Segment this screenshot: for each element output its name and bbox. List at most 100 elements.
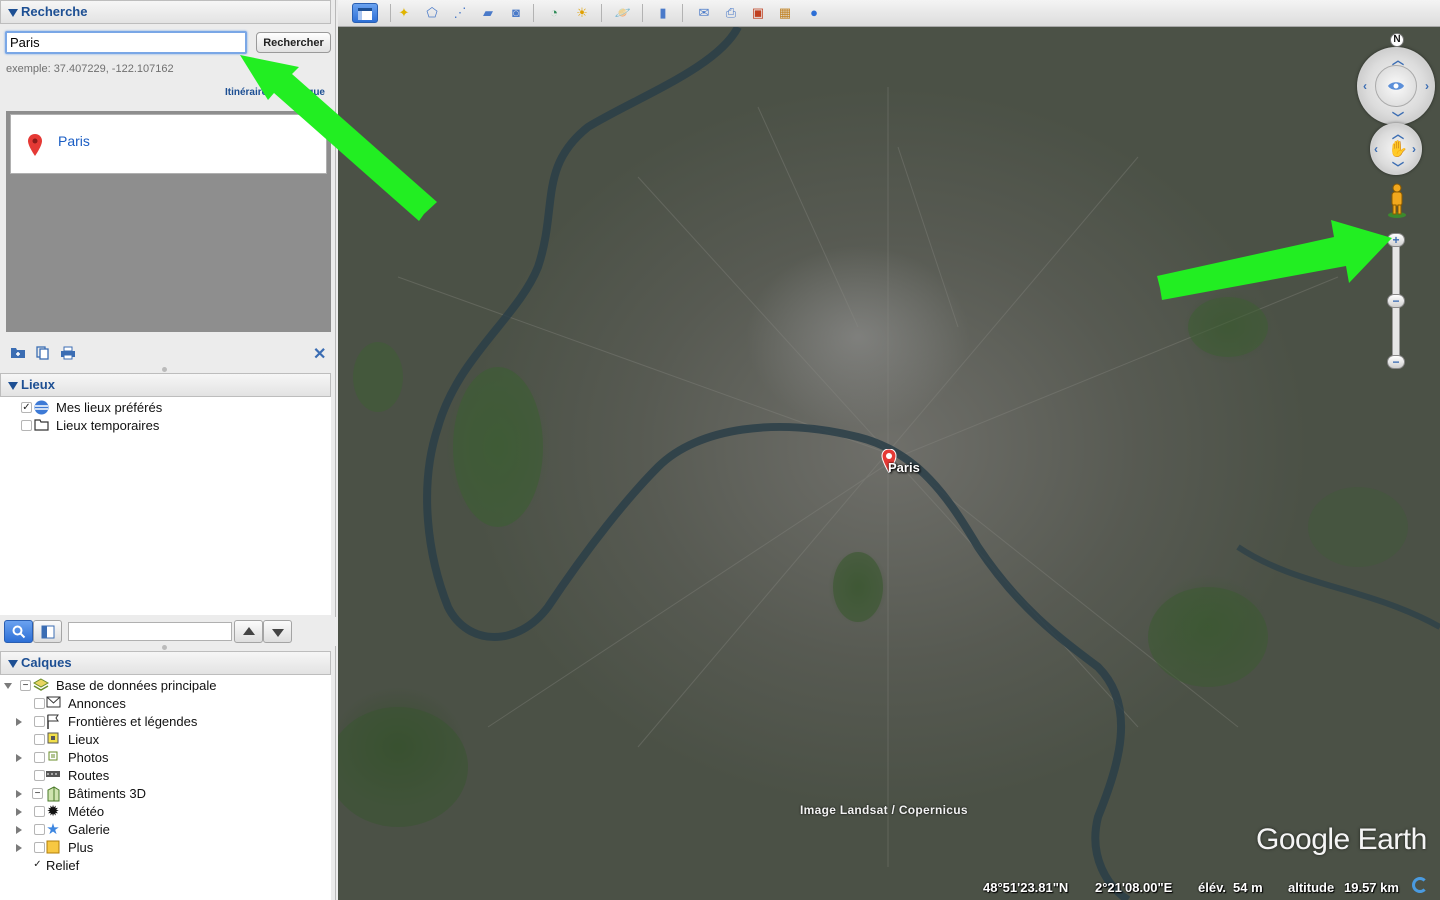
sun-icon: ✹ — [46, 803, 60, 820]
search-result-item[interactable]: Paris — [10, 114, 327, 174]
add-folder-icon[interactable] — [10, 346, 26, 362]
checkbox[interactable] — [34, 842, 45, 853]
move-up-button[interactable] — [234, 620, 263, 643]
zoom-slider-handle[interactable]: − — [1387, 294, 1405, 308]
checkbox[interactable] — [34, 698, 45, 709]
expand-arrow-icon[interactable] — [16, 754, 22, 762]
chevron-right-icon[interactable]: › — [1412, 142, 1416, 156]
places-item-temporary[interactable]: Lieux temporaires — [0, 417, 331, 435]
altitude-readout: 19.57 km — [1344, 880, 1399, 895]
expand-arrow-icon[interactable] — [16, 808, 22, 816]
collapse-triangle-icon[interactable] — [8, 9, 18, 17]
polygon-tool-button[interactable]: ⬠ — [421, 3, 443, 23]
print-icon[interactable] — [60, 346, 76, 363]
layer-item-relief[interactable]: ✓ Relief — [0, 857, 331, 875]
folder-icon — [33, 418, 49, 434]
checkbox[interactable] — [34, 716, 45, 727]
copy-icon[interactable] — [36, 346, 50, 363]
search-places-button[interactable] — [4, 620, 33, 643]
layers-panel-header[interactable]: Calques — [0, 651, 331, 675]
panel-splitter[interactable] — [162, 367, 167, 372]
look-joystick[interactable] — [1375, 65, 1417, 107]
look-control[interactable]: ︿ ﹀ ‹ › — [1357, 47, 1435, 125]
expand-arrow-icon[interactable] — [16, 790, 22, 798]
chevron-left-icon[interactable]: ‹ — [1363, 79, 1367, 93]
checkbox[interactable] — [34, 806, 45, 817]
globe-icon — [33, 400, 49, 416]
chevron-up-icon[interactable]: ︿ — [1392, 125, 1404, 142]
tour-input[interactable] — [68, 622, 232, 641]
directions-history-links[interactable]: Itinéraires Historique — [225, 87, 325, 98]
search-input[interactable] — [5, 31, 247, 54]
checkbox[interactable]: − — [32, 788, 43, 799]
sidebar-toggle-button[interactable] — [352, 3, 378, 23]
planets-button[interactable]: 🪐 — [612, 3, 634, 23]
compass-north-button[interactable]: N — [1390, 33, 1404, 47]
map-maker-button[interactable]: ▦ — [774, 3, 796, 23]
earth-gallery-button[interactable]: ● — [803, 3, 825, 23]
layer-item-weather[interactable]: ✹ Météo — [0, 803, 331, 821]
search-panel-header[interactable]: Recherche — [0, 0, 331, 24]
layer-item-photos[interactable]: Photos — [0, 749, 331, 767]
earth-map-view[interactable]: Paris Image Landsat / Copernicus Google … — [338, 27, 1440, 900]
print-button[interactable]: ⎙ — [720, 3, 742, 23]
expand-arrow-icon[interactable] — [16, 718, 22, 726]
collapse-triangle-icon[interactable] — [8, 660, 18, 668]
checkbox[interactable] — [34, 770, 45, 781]
polygon-icon: ⬠ — [426, 5, 438, 20]
chevron-left-icon[interactable]: ‹ — [1374, 142, 1378, 156]
placemark-label[interactable]: Paris — [888, 460, 920, 475]
places-item-favorites[interactable]: ✓ Mes lieux préférés — [0, 399, 331, 417]
path-tool-button[interactable]: ⋰ — [449, 3, 471, 23]
expand-arrow-icon[interactable] — [4, 683, 12, 689]
status-bar: 48°51'23.81"N 2°21'08.00"E élév. 54 m al… — [338, 876, 1440, 900]
expand-arrow-icon[interactable] — [16, 844, 22, 852]
close-icon[interactable]: ✕ — [313, 344, 326, 364]
placemark-tool-button[interactable]: ✦ — [393, 3, 415, 23]
checkbox[interactable] — [34, 752, 45, 763]
street-view-pegman-icon[interactable] — [1386, 183, 1408, 219]
toolbar-separator — [533, 4, 534, 22]
overlay-tool-button[interactable]: ▰ — [477, 3, 499, 23]
eye-icon — [1388, 82, 1404, 90]
move-down-button[interactable] — [263, 620, 292, 643]
expand-arrow-icon[interactable] — [16, 826, 22, 834]
panel-toggle-button[interactable] — [33, 620, 62, 643]
chevron-right-icon[interactable]: › — [1425, 79, 1429, 93]
zoom-out-button[interactable]: − — [1387, 355, 1405, 369]
search-result-name[interactable]: Paris — [58, 133, 90, 149]
checkbox[interactable]: ✓ — [32, 860, 43, 871]
save-image-button[interactable]: ▣ — [747, 3, 769, 23]
checkbox[interactable] — [21, 420, 32, 431]
email-button[interactable]: ✉ — [693, 3, 715, 23]
checkbox[interactable]: ✓ — [21, 402, 32, 413]
layer-item-borders[interactable]: Frontières et légendes — [0, 713, 331, 731]
layer-item-roads[interactable]: Routes — [0, 767, 331, 785]
panel-splitter[interactable] — [162, 645, 167, 650]
layer-item-ads[interactable]: Annonces — [0, 695, 331, 713]
checkbox[interactable] — [34, 824, 45, 835]
chevron-down-icon[interactable]: ﹀ — [1392, 159, 1404, 176]
search-example-hint: exemple: 37.407229, -122.107162 — [6, 63, 174, 75]
globe-icon: ● — [810, 5, 818, 20]
historical-imagery-button[interactable]: ◔ — [543, 3, 565, 23]
layer-item-gallery[interactable]: ★ Galerie — [0, 821, 331, 839]
ruler-button[interactable]: ▮ — [652, 3, 674, 23]
checkbox[interactable]: − — [20, 680, 31, 691]
zoom-in-button[interactable]: + — [1387, 233, 1405, 247]
move-control[interactable]: ✋ ︿ ﹀ ‹ › — [1370, 123, 1422, 175]
places-panel-header[interactable]: Lieux — [0, 373, 331, 397]
search-button[interactable]: Rechercher — [256, 32, 331, 53]
layer-item-places[interactable]: Lieux — [0, 731, 331, 749]
flag-icon — [45, 714, 61, 730]
places-tree: ✓ Mes lieux préférés Lieux temporaires — [0, 397, 331, 615]
chevron-up-icon[interactable]: ︿ — [1392, 51, 1404, 68]
layer-item-label: Relief — [46, 858, 80, 873]
layer-item-more[interactable]: Plus — [0, 839, 331, 857]
tour-tool-button[interactable]: ◙ — [505, 3, 527, 23]
layer-item-3d-buildings[interactable]: − Bâtiments 3D — [0, 785, 331, 803]
checkbox[interactable] — [34, 734, 45, 745]
layer-item-primary-database[interactable]: − Base de données principale — [0, 677, 331, 695]
collapse-triangle-icon[interactable] — [8, 382, 18, 390]
sunlight-button[interactable]: ☀ — [571, 3, 593, 23]
